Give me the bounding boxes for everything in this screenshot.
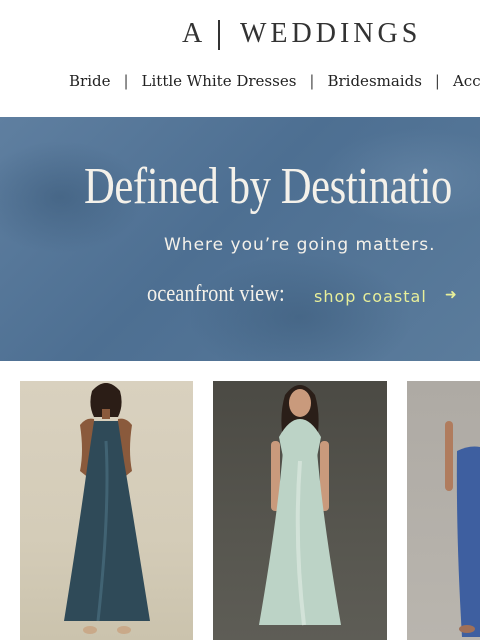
hero-cta-label: oceanfront view: bbox=[147, 281, 285, 307]
arrow-right-icon[interactable]: ➜ bbox=[445, 287, 457, 303]
nav-item-bride[interactable]: Bride bbox=[69, 72, 110, 90]
nav-item-bridesmaids[interactable]: Bridesmaids bbox=[327, 72, 421, 90]
hero-cta: oceanfront view: shop coastal ➜ bbox=[147, 281, 457, 308]
hero-subtitle: Where you’re going matters. bbox=[164, 235, 436, 255]
shop-coastal-link[interactable]: shop coastal bbox=[314, 287, 427, 306]
nav-separator: | bbox=[309, 72, 315, 90]
nav-item-accessories[interactable]: Acces bbox=[453, 72, 480, 90]
logo-wordmark: WEDDINGS bbox=[240, 18, 422, 49]
model-image-3 bbox=[445, 421, 480, 637]
nav-separator: | bbox=[434, 72, 440, 90]
product-card-1[interactable] bbox=[20, 381, 193, 640]
hero-banner[interactable]: Defined by Destinatio Where you’re going… bbox=[0, 117, 480, 361]
nav-item-little-white-dresses[interactable]: Little White Dresses bbox=[142, 72, 297, 90]
model-image-2 bbox=[259, 385, 341, 626]
logo-divider bbox=[218, 20, 220, 50]
hero-title: Defined by Destinatio bbox=[84, 158, 452, 215]
nav-separator: | bbox=[123, 72, 129, 90]
site-header: A WEDDINGS Bride | Little White Dresses | Br… bbox=[0, 0, 480, 118]
model-image-1 bbox=[64, 383, 150, 634]
product-card-3[interactable] bbox=[407, 381, 480, 640]
product-card-2[interactable] bbox=[213, 381, 387, 640]
main-nav: Bride | Little White Dresses | Bridesmaids | A… bbox=[69, 72, 480, 90]
logo-letter: A bbox=[182, 18, 207, 49]
